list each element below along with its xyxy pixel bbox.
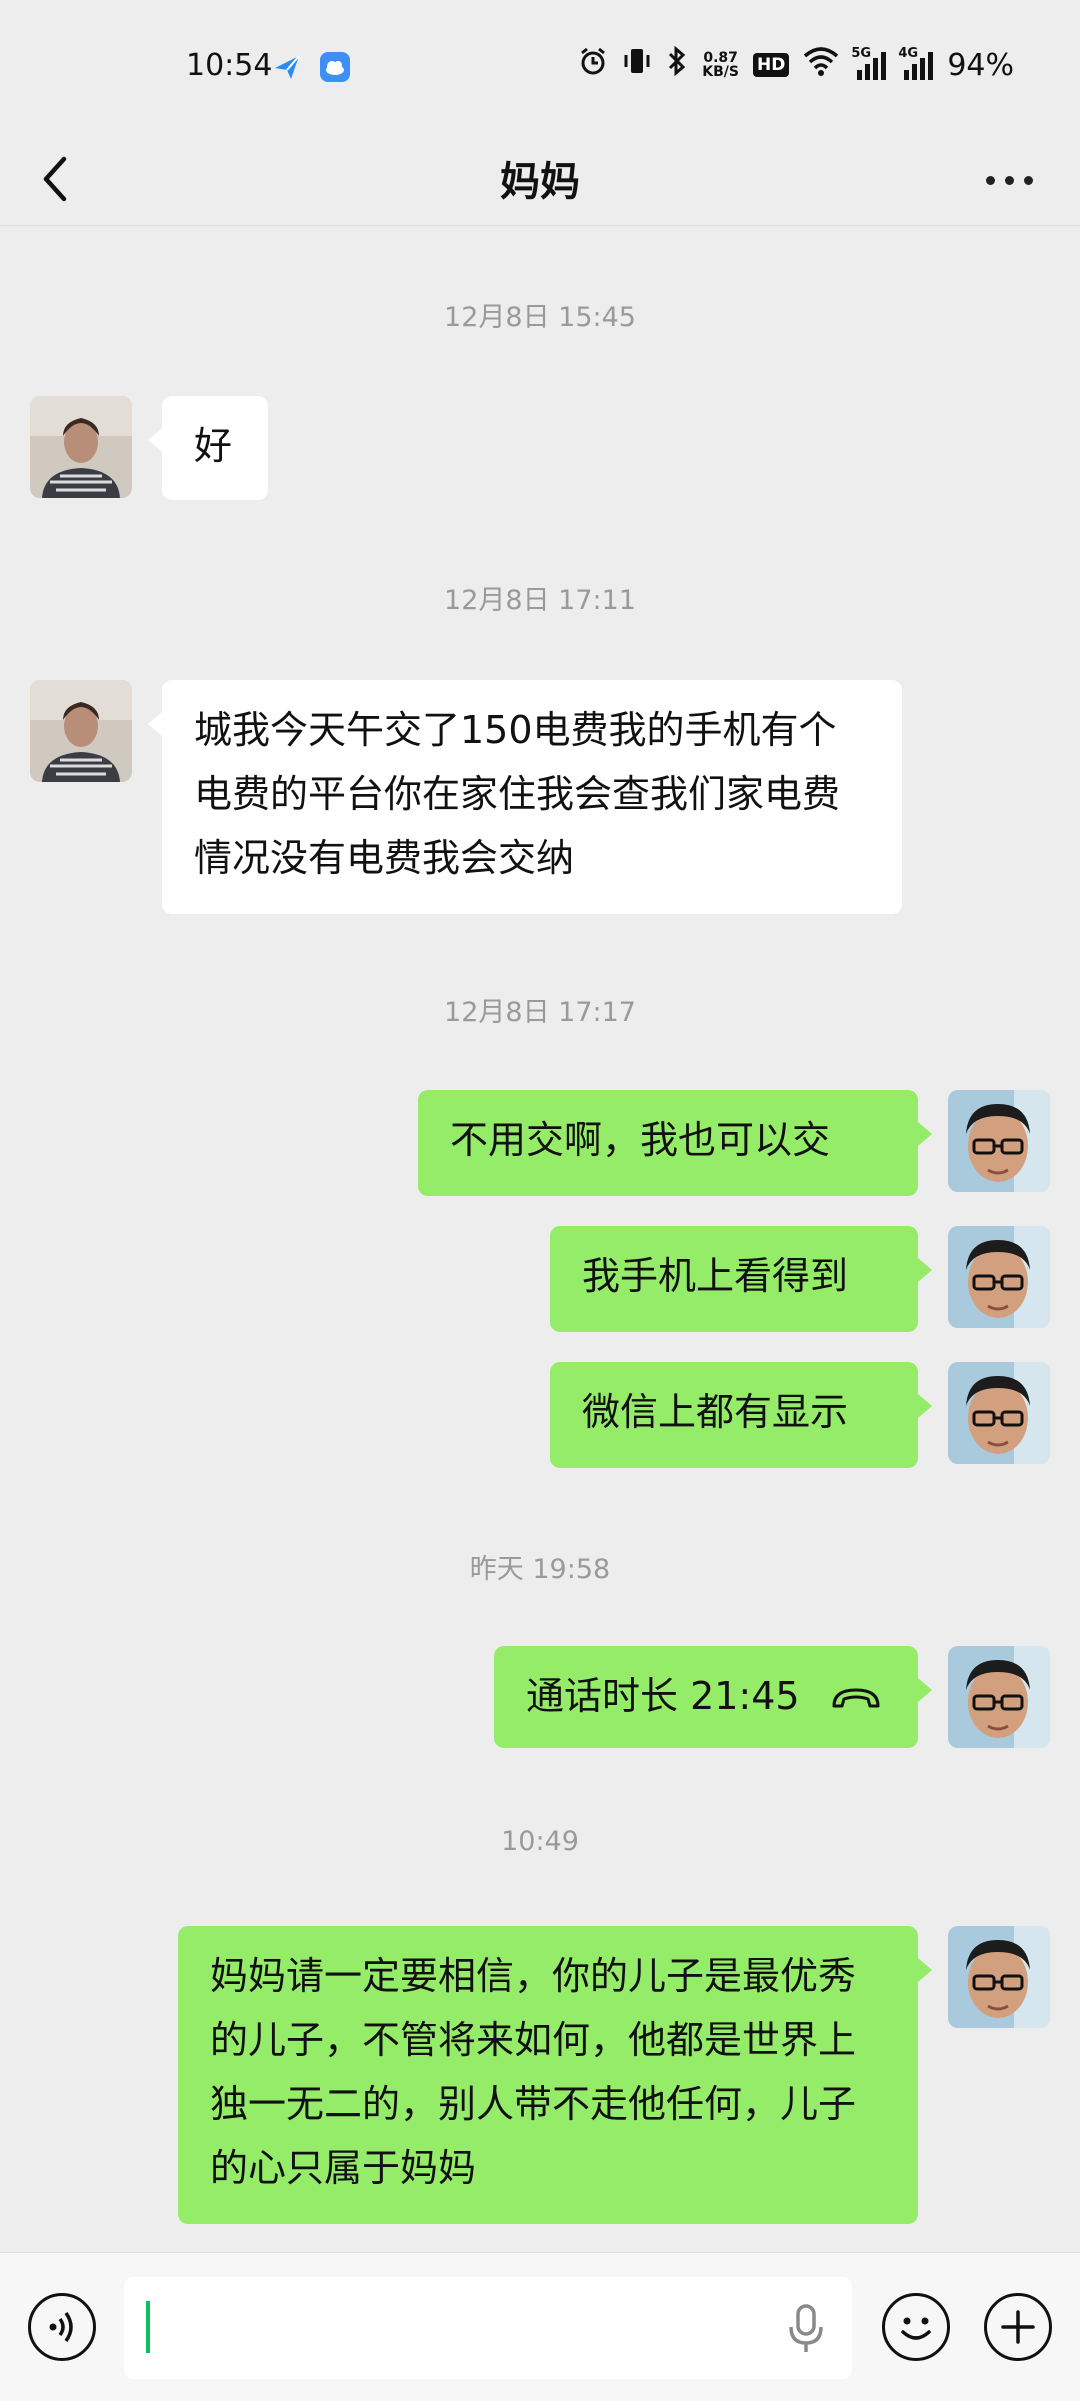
signal-4g-icon: 4G xyxy=(898,46,934,80)
battery-level: 94% xyxy=(947,47,1014,83)
emoji-icon xyxy=(901,2317,931,2340)
bluetooth-icon xyxy=(666,45,688,84)
message-timestamp: 12月8日 17:11 xyxy=(444,585,636,616)
signal-5g-icon: 5G xyxy=(851,46,887,80)
status-time: 10:54 xyxy=(186,48,273,83)
my-avatar[interactable] xyxy=(948,1090,1050,1192)
dot-icon xyxy=(986,175,995,185)
my-avatar[interactable] xyxy=(948,1226,1050,1328)
contact-avatar[interactable] xyxy=(30,396,132,498)
status-icons: 0.87 KB/S HD 5G 4G 94% xyxy=(578,45,1014,84)
network-speed: 0.87 KB/S xyxy=(702,50,739,80)
sent-message[interactable]: 妈妈请一定要相信，你的儿子是最优秀的儿子，不管将来如何，他都是世界上独一无二的，… xyxy=(178,1926,932,2224)
message-timestamp: 12月8日 15:45 xyxy=(444,302,636,333)
contact-avatar[interactable] xyxy=(30,680,132,782)
more-options-button[interactable] xyxy=(986,165,1042,195)
wifi-icon xyxy=(803,46,839,84)
voice-icon xyxy=(49,2311,73,2343)
more-functions-button[interactable] xyxy=(984,2293,1052,2361)
phone-hangup-icon xyxy=(832,1688,880,1707)
message-timestamp: 昨天 19:58 xyxy=(469,1554,611,1585)
dot-icon xyxy=(1024,175,1033,185)
text-caret xyxy=(146,2301,150,2353)
chat-input-bar xyxy=(0,2252,1080,2401)
status-bar: 10:54 0.87 KB/S HD 5G 4G 94% xyxy=(0,0,1080,135)
message-timestamp: 10:49 xyxy=(501,1826,579,1857)
chat-title: 妈妈 xyxy=(500,159,580,205)
message-input[interactable] xyxy=(124,2277,852,2379)
chat-header: 妈妈 xyxy=(0,135,1080,226)
message-timestamp: 12月8日 17:17 xyxy=(444,997,636,1028)
my-avatar[interactable] xyxy=(948,1646,1050,1748)
hd-voice-badge: HD xyxy=(752,53,790,77)
my-avatar[interactable] xyxy=(948,1362,1050,1464)
emoji-button[interactable] xyxy=(882,2293,950,2361)
navigation-app-icon xyxy=(272,52,302,82)
call-duration-message[interactable]: 通话时长 21:45 xyxy=(494,1646,932,1748)
dot-icon xyxy=(1005,175,1014,185)
sent-message[interactable]: 我手机上看得到 xyxy=(550,1226,932,1332)
vibrate-icon xyxy=(622,46,652,84)
voice-mode-button[interactable] xyxy=(28,2293,96,2361)
weather-app-icon xyxy=(320,52,350,82)
plus-icon xyxy=(1001,2310,1035,2344)
microphone-icon[interactable] xyxy=(786,2303,826,2355)
sent-message[interactable]: 微信上都有显示 xyxy=(550,1362,932,1468)
my-avatar[interactable] xyxy=(948,1926,1050,2028)
received-message[interactable]: 好 xyxy=(148,396,268,500)
received-message[interactable]: 城我今天午交了150电费我的手机有个电费的平台你在家住我会查我们家电费情况没有电… xyxy=(148,680,902,914)
call-duration-text: 通话时长 21:45 xyxy=(526,1674,800,1718)
alarm-icon xyxy=(578,46,608,84)
sent-message[interactable]: 不用交啊，我也可以交 xyxy=(418,1090,932,1196)
